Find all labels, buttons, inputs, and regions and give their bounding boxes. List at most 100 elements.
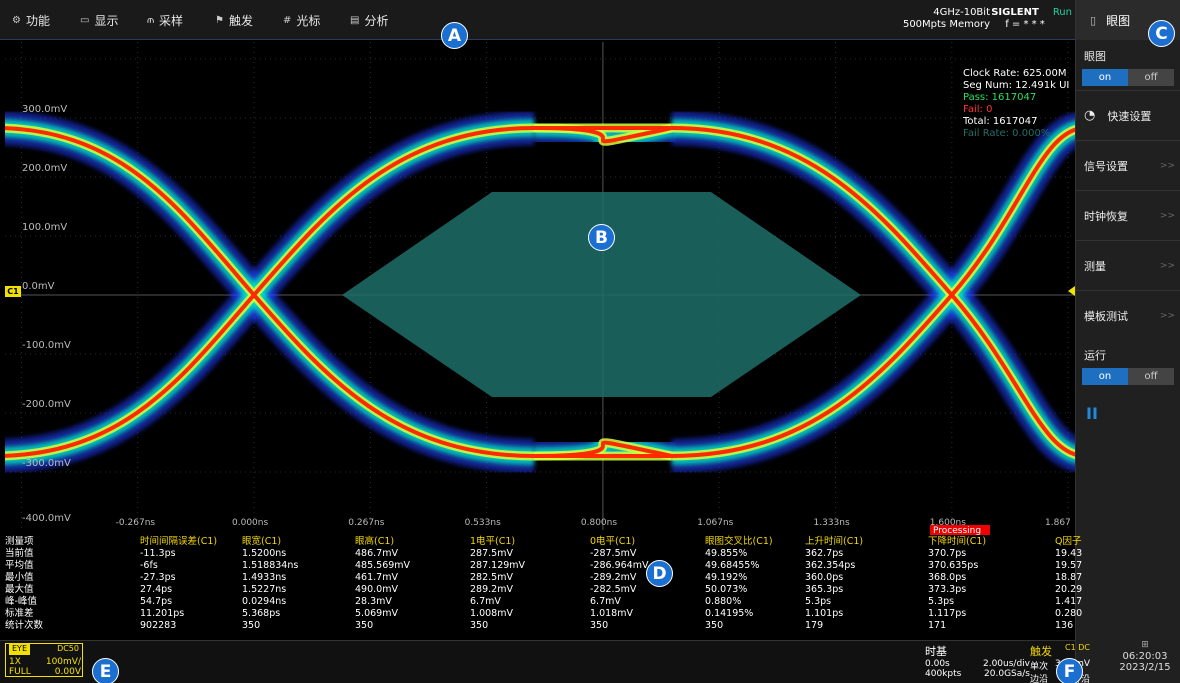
table-header-cell: 时间间隔误差(C1) <box>140 536 218 547</box>
table-cell: -289.2mV <box>590 572 637 583</box>
table-cell: 1.417 <box>1055 596 1083 607</box>
x-tick-label: 0.000ns <box>232 518 269 528</box>
table-row: 最大值 27.4ps 1.5227ns 490.0mV 289.2mV -282.5mV 5… <box>5 584 1082 595</box>
x-tick-label: 1.867 <box>1045 518 1071 528</box>
table-cell: 1.101ps <box>805 608 844 619</box>
table-cell: 最小值 <box>5 572 34 583</box>
bandwidth-limit: FULL <box>9 667 31 677</box>
y-tick-label: 0.0mV <box>22 281 55 292</box>
table-cell: 1.5200ns <box>242 548 287 559</box>
menu-gear[interactable]: ⚙ 功能 <box>12 12 50 28</box>
top-menu-bar: ⚙ 功能 ▭ 显示 ⫙ 采样 ⚑ 触发 # 光标 ▤ 分析 4GHz-10Bit 500Mpts Me… <box>0 0 1075 40</box>
eye-toggle-off[interactable]: off <box>1128 69 1174 86</box>
pass-count: Pass: 1617047 <box>963 92 1037 103</box>
callout-f: F <box>1056 658 1083 683</box>
table-cell: 370.635ps <box>928 560 979 571</box>
chevron-right-icon: >> <box>1159 160 1175 171</box>
run-toggle-off[interactable]: off <box>1128 368 1174 385</box>
eye-toggle-on[interactable]: on <box>1082 69 1128 86</box>
signal-setup-button[interactable]: 信号设置 >> <box>1076 140 1180 190</box>
bottom-status-bar: EYE DC50 1X 100mV/ FULL 0.00V 时基 0.00s 2… <box>0 640 1090 683</box>
x-tick-label: 1.333ns <box>813 518 850 528</box>
menu-sample[interactable]: ⫙ 采样 <box>147 12 183 28</box>
table-cell: 1.018mV <box>590 608 633 619</box>
table-cell: 49.855% <box>705 548 748 559</box>
table-cell: 350 <box>705 620 724 631</box>
table-cell: 486.7mV <box>355 548 398 559</box>
menu-label: 功能 <box>25 13 50 28</box>
pause-icon[interactable]: II <box>1086 404 1098 423</box>
table-cell: 350 <box>590 620 609 631</box>
fail-count: Fail: 0 <box>963 104 993 115</box>
table-header-cell: 上升时间(C1) <box>805 536 864 547</box>
table-cell: -6fs <box>140 560 158 571</box>
menu-cursor[interactable]: # 光标 <box>283 12 320 28</box>
measure-button[interactable]: 测量 >> <box>1076 240 1180 290</box>
menu-analyze[interactable]: ▤ 分析 <box>350 12 388 28</box>
sample-icon: ⫙ <box>147 14 154 26</box>
memory-depth: 400kpts <box>925 669 962 679</box>
trigger-mode: 单次 <box>1030 662 1049 672</box>
run-toggle-on[interactable]: on <box>1082 368 1128 385</box>
table-row: 统计次数 902283 350 350 350 350 350 179 171 136 <box>5 620 1075 631</box>
table-cell: -11.3ps <box>140 548 176 559</box>
mask-test-button[interactable]: 模板测试 >> <box>1076 290 1180 340</box>
menu-label: 显示 <box>94 13 119 28</box>
run-state[interactable]: Run <box>1030 7 1072 19</box>
table-row: 平均值 -6fs 1.518834ns 485.569mV 287.129mV -286.… <box>5 560 1082 571</box>
clock-recovery-button[interactable]: 时钟恢复 >> <box>1076 190 1180 240</box>
trigger-level-marker[interactable] <box>1068 286 1075 296</box>
quick-setup-button[interactable]: ◔ 快速设置 <box>1076 90 1180 140</box>
trigger-flag-icon: ⚑ <box>215 14 224 26</box>
table-cell: 峰-峰值 <box>5 596 37 607</box>
eye-label: 眼图 <box>1084 50 1106 63</box>
panel-title-label: 眼图 <box>1106 13 1131 28</box>
table-cell: 1.008mV <box>470 608 513 619</box>
table-cell: 20.29 <box>1055 584 1083 595</box>
eye-diagram-menu-panel: ▯ 眼图 眼图 on off ◔ 快速设置 信号设置 >> 时钟恢复 >> 测量… <box>1075 0 1180 683</box>
menu-label: 触发 <box>228 13 253 28</box>
table-cell: 平均值 <box>5 560 34 571</box>
eye-mask <box>342 192 861 397</box>
table-cell: -282.5mV <box>590 584 637 595</box>
chevron-right-icon: >> <box>1159 210 1175 221</box>
table-cell: 461.7mV <box>355 572 398 583</box>
y-tick-label: -400.0mV <box>22 513 71 524</box>
x-tick-label: 0.533ns <box>464 518 501 528</box>
table-cell: 485.569mV <box>355 560 411 571</box>
table-cell: 360.0ps <box>805 572 844 583</box>
table-cell: 50.073% <box>705 584 748 595</box>
table-cell: 19.43 <box>1055 548 1083 559</box>
channel-info-box[interactable]: EYE DC50 1X 100mV/ FULL 0.00V <box>5 643 83 677</box>
table-cell: 362.354ps <box>805 560 856 571</box>
callout-e: E <box>92 658 119 683</box>
table-row: 最小值 -27.3ps 1.4933ns 461.7mV 282.5mV -289.2mV… <box>5 572 1082 583</box>
eye-toggle[interactable]: on off <box>1082 69 1174 86</box>
menu-label: 光标 <box>296 13 321 28</box>
table-cell: 27.4ps <box>140 584 173 595</box>
eye-diagram-plot[interactable]: 300.0mV 200.0mV 100.0mV 0.0mV -100.0mV -200.0… <box>5 42 1075 530</box>
callout-d: D <box>646 560 673 587</box>
table-cell: -286.964mV <box>590 560 649 571</box>
table-cell: 0.14195% <box>705 608 754 619</box>
table-header-cell: 眼宽(C1) <box>242 536 282 547</box>
table-cell: 当前值 <box>5 548 34 559</box>
run-toggle[interactable]: on off <box>1082 368 1174 385</box>
menu-trigger-flag[interactable]: ⚑ 触发 <box>215 12 253 28</box>
table-cell: 6.7mV <box>470 596 501 607</box>
table-cell: 370.7ps <box>928 548 967 559</box>
cursor-icon: # <box>283 14 292 26</box>
table-row: 标准差 11.201ps 5.368ps 5.069mV 1.008mV 1.018mV 0… <box>5 608 1082 619</box>
table-header-cell: 眼高(C1) <box>355 536 395 547</box>
timebase-box[interactable]: 时基 0.00s 2.00us/div 400kpts 20.0GSa/s <box>925 643 1030 679</box>
y-tick-label: -100.0mV <box>22 340 71 351</box>
x-tick-label: 0.267ns <box>348 518 385 528</box>
channel-marker[interactable]: C1 <box>5 286 21 297</box>
quick-setup-label: 快速设置 <box>1107 109 1152 123</box>
table-cell: 5.069mV <box>355 608 398 619</box>
eye-mode-badge: EYE <box>9 644 30 655</box>
y-tick-label: -300.0mV <box>22 458 71 469</box>
table-cell: 49.192% <box>705 572 748 583</box>
gear-icon: ⚙ <box>12 14 21 26</box>
menu-display[interactable]: ▭ 显示 <box>80 12 118 28</box>
